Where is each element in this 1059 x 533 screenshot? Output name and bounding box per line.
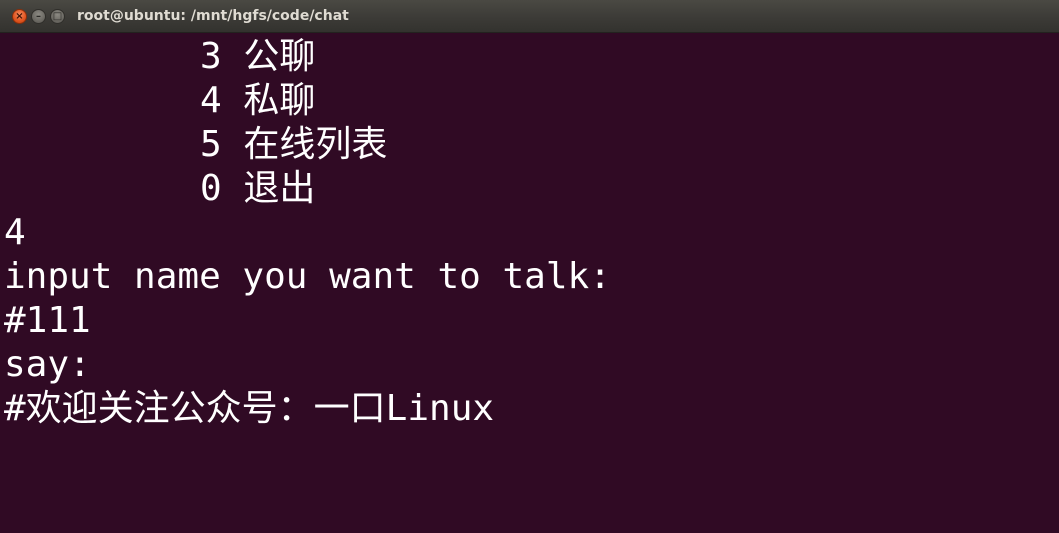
user-input-name: #111 <box>4 300 91 341</box>
minimize-button[interactable]: – <box>31 9 46 24</box>
title-bar[interactable]: × – □ root@ubuntu: /mnt/hgfs/code/chat <box>0 0 1059 33</box>
menu-option-exit: 0 退出 <box>200 168 316 209</box>
terminal-output[interactable]: 3 公聊 4 私聊 5 在线列表 0 退出 4 input name you w… <box>0 33 1059 533</box>
terminal-window: × – □ root@ubuntu: /mnt/hgfs/code/chat 3… <box>0 0 1059 533</box>
maximize-button[interactable]: □ <box>50 9 65 24</box>
window-title: root@ubuntu: /mnt/hgfs/code/chat <box>77 8 349 24</box>
minimize-icon: – <box>36 10 41 22</box>
prompt-say: say: <box>4 344 91 385</box>
menu-option-public-chat: 3 公聊 <box>200 36 316 77</box>
user-input-choice: 4 <box>4 212 26 253</box>
close-icon: × <box>15 10 24 22</box>
menu-option-online-list: 5 在线列表 <box>200 124 388 165</box>
close-button[interactable]: × <box>12 9 27 24</box>
menu-option-private-chat: 4 私聊 <box>200 80 316 121</box>
maximize-icon: □ <box>52 10 63 22</box>
user-input-message: #欢迎关注公众号：一口Linux <box>4 388 495 429</box>
prompt-input-name: input name you want to talk: <box>4 256 611 297</box>
